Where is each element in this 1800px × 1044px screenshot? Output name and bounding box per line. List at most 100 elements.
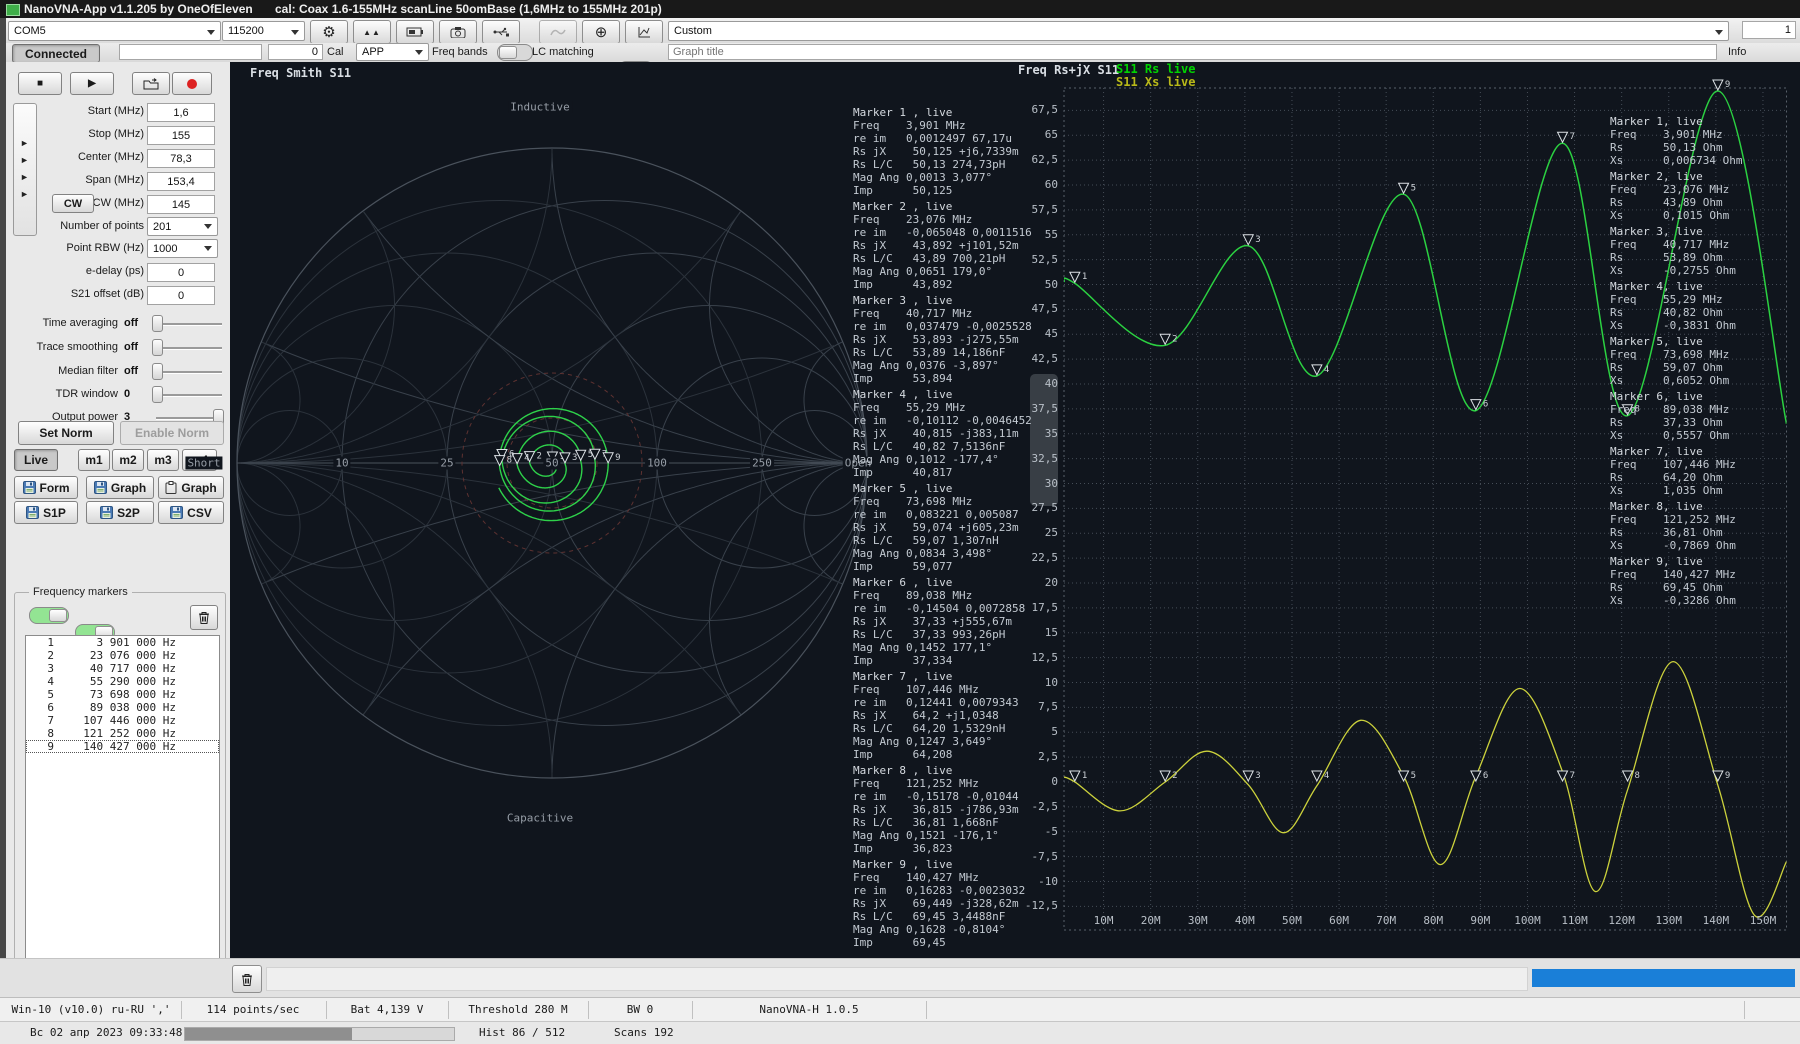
marker-set-toggle-1[interactable] [29,607,69,624]
graph-title-input[interactable] [668,44,1717,60]
cw-button[interactable]: CW [52,194,94,213]
marker-frequency: 3 901 000 Hz [96,636,176,649]
s21-offset-field[interactable] [147,286,215,305]
marker-readout-line: re im -0,065048 0,0011516 [853,226,1032,239]
save-s1p-button[interactable]: S1P [14,501,78,524]
marker-frequency: 40 717 000 Hz [89,662,176,675]
set-norm-button[interactable]: Set Norm [18,421,114,445]
record-button[interactable] [172,72,212,95]
preset-count-field[interactable] [1742,21,1796,39]
enable-norm-button: Enable Norm [120,421,224,445]
list-item[interactable]: 9 140 427 000 Hz [26,740,219,753]
marker-readout-line: Freq 3,901 MHz [853,119,966,132]
frequency-entry-field[interactable] [119,44,262,60]
start-mhz-field[interactable] [147,103,215,122]
list-item[interactable]: 2 23 076 000 Hz [26,649,219,662]
list-item[interactable]: 7 107 446 000 Hz [26,714,219,727]
clear-trash-button[interactable] [232,965,262,993]
smith-axis-label-25: 25 [438,456,456,470]
connected-button[interactable]: Connected [12,44,100,63]
status-separator [326,1001,327,1019]
baud-rate-select[interactable]: 115200 [222,21,305,41]
freq-bands-toggle[interactable] [497,44,533,61]
graph-marker-line: Freq 140,427 MHz [1610,568,1736,581]
cw-mhz-field[interactable] [147,195,215,214]
list-item[interactable]: 6 89 038 000 Hz [26,701,219,714]
signal-icon [550,29,566,36]
smith-axis-label-250: 250 [750,456,774,470]
settings-gear-button[interactable]: ⚙ [310,20,348,44]
graph-marker-line: Xs 1,035 Ohm [1610,484,1723,497]
battery-button[interactable] [396,20,434,44]
slider-handle[interactable] [152,315,163,332]
screenshot-camera-button[interactable] [439,20,477,44]
list-item[interactable]: 4 55 290 000 Hz [26,675,219,688]
memory-m3-button[interactable]: m3 [147,449,179,471]
marker-readout-header: Marker 4 , live [853,388,953,401]
save-s2p-button[interactable]: S2P [86,501,154,524]
x-axis-tick-label: 60M [1329,914,1349,927]
graph-marker-line: Rs 53,89 Ohm [1610,251,1723,264]
preset-select[interactable]: Custom [668,21,1729,41]
y-axis-tick-label: 37,5 [1031,401,1059,415]
status-bar-row2: Вс 02 апр 2023 09:33:48 Hist 86 / 512 Sc… [0,1021,1800,1044]
field-label-span-mhz: Span (MHz) [85,174,144,186]
graph-marker-line: Freq 23,076 MHz [1610,183,1730,196]
window-titlebar: NanoVNA-App v1.1.205 by OneOfEleven cal:… [0,0,1800,18]
slider-handle[interactable] [152,339,163,356]
scan-up-button[interactable]: ▲▲ [353,20,391,44]
span-mhz-field[interactable] [147,172,215,191]
memory-m1-button[interactable]: m1 [78,449,110,471]
graph-marker-line: Rs 59,07 Ohm [1610,361,1723,374]
offset-field[interactable] [268,44,323,60]
list-item[interactable]: 8 121 252 000 Hz [26,727,219,740]
toggle-knob [49,609,67,622]
history-progress-bar [184,1027,455,1041]
chart-button[interactable] [625,20,663,44]
com-port-select[interactable]: COM5 [8,21,221,41]
start-sweep-button[interactable]: ▶ [70,72,114,95]
marker-readout-line: re im 0,12441 0,0079343 [853,696,1019,709]
save-graph-button[interactable]: Graph [158,476,224,499]
marker-readout-line: re im 0,037479 -0,0025528 [853,320,1032,333]
marker-readout-line: Imp 53,894 [853,372,953,385]
marker-readout-block: Marker 6 , live Freq 89,038 MHz re im -0,1… [853,576,1025,667]
usb-button[interactable] [482,20,520,44]
list-item[interactable]: 3 40 717 000 Hz [26,662,219,675]
save-form-button[interactable]: Form [14,476,78,499]
y-axis-tick-label: 40 [1044,377,1058,390]
point-rbw-select[interactable]: 1000 [147,239,218,258]
memory-live-button[interactable]: Live [14,449,58,471]
svg-text:5: 5 [1411,771,1416,781]
slider-track [156,371,222,374]
list-item[interactable]: 5 73 698 000 Hz [26,688,219,701]
nudge-arrow-strip[interactable]: ► ► ► ► [13,103,37,236]
memory-m2-button[interactable]: m2 [112,449,144,471]
slider-handle[interactable] [152,363,163,380]
chevron-down-icon [291,30,299,35]
number-of-points-select[interactable]: 201 [147,217,218,236]
save-csv-button[interactable]: CSV [158,501,224,524]
stop-mhz-field[interactable] [147,126,215,145]
signal-disabled-button[interactable] [539,20,577,44]
delete-markers-button[interactable] [190,605,218,630]
marker-number: 9 [47,740,54,753]
center-mhz-field[interactable] [147,149,215,168]
graph-marker-header: Marker 6, live [1610,390,1703,403]
marker-readout-block: Marker 1 , live Freq 3,901 MHz re im 0,001… [853,106,1019,197]
load-sweep-button[interactable] [132,72,170,95]
cal-label: Cal [327,46,344,58]
cal-mode-select[interactable]: APP [356,43,429,61]
list-item[interactable]: 1 3 901 000 Hz [26,636,219,649]
save-graph-button[interactable]: Graph [86,476,154,499]
bottom-scroll-row [0,958,1800,998]
target-globe-button[interactable]: ⊕ [582,20,620,44]
y-axis-tick-label: 62,5 [1031,153,1059,167]
marker-readout-line: Rs jX 50,125 +j6,7339m [853,145,1019,158]
stop-sweep-button[interactable]: ■ [18,72,62,95]
marker-number: 4 [47,675,54,688]
horizontal-scrollbar[interactable] [266,967,1528,991]
e-delay-field[interactable] [147,263,215,282]
svg-text:9: 9 [615,453,620,463]
slider-handle[interactable] [152,386,163,403]
